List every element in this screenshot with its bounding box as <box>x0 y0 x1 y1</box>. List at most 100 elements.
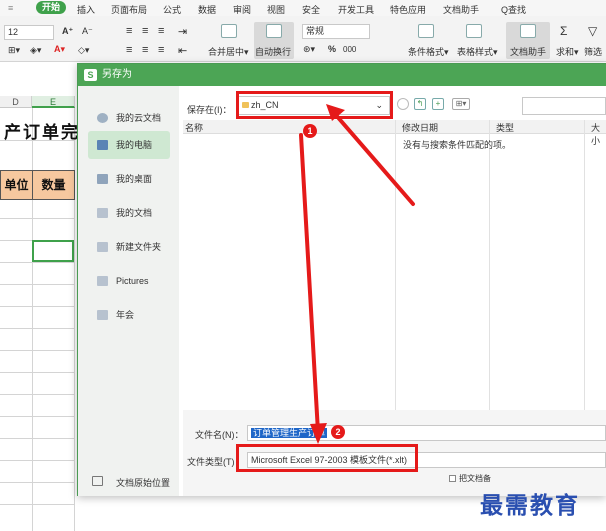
header-cell-unit[interactable]: 单位 <box>0 170 33 200</box>
tab-formula[interactable]: 公式 <box>163 3 181 16</box>
align-top-icon[interactable]: ≡ <box>126 25 132 37</box>
filter-button[interactable]: 筛选 <box>584 45 602 58</box>
thousands-button[interactable]: 000 <box>343 45 356 54</box>
merge-center-icon <box>221 24 237 38</box>
sum-icon[interactable]: Σ <box>560 24 567 38</box>
sum-button[interactable]: 求和▾ <box>556 45 579 58</box>
tab-home[interactable]: 开始 <box>36 1 67 14</box>
sidebar-item-annual-meeting[interactable]: 年会 <box>88 301 170 329</box>
align-right-icon[interactable]: ≡ <box>158 44 164 56</box>
backup-checkbox-label: 把文档备 <box>459 474 491 483</box>
view-menu-icon[interactable]: ⊞▾ <box>452 98 470 110</box>
sidebar-item-label: 我的桌面 <box>116 174 153 184</box>
active-cell[interactable] <box>32 240 74 262</box>
conditional-format-button[interactable]: 条件格式▾ <box>408 45 449 58</box>
font-size-value: 12 <box>8 27 19 37</box>
font-grow-icon[interactable]: A⁺ <box>62 26 73 37</box>
backup-checkbox[interactable]: 把文档备 <box>449 473 491 484</box>
percent-button[interactable]: % <box>328 44 336 54</box>
dialog-title: 另存为 <box>102 69 132 80</box>
tab-doc-helper[interactable]: 文档助手 <box>443 3 479 16</box>
column-header-e[interactable]: E <box>32 96 75 108</box>
sidebar-item-new-folder[interactable]: 新建文件夹 <box>88 233 170 261</box>
doc-helper-button[interactable]: 文档助手 <box>510 45 546 58</box>
search-input[interactable] <box>522 97 606 115</box>
conditional-format-label: 条件格式 <box>408 47 445 57</box>
sidebar-item-pictures[interactable]: Pictures <box>88 267 170 295</box>
sheet-title-cell[interactable]: 产订单完 <box>4 118 80 143</box>
grid-line <box>0 504 75 505</box>
save-in-label: 保存在(I)： <box>187 105 232 115</box>
filename-label: 文件名(N)： <box>195 430 244 440</box>
menu-more-icon[interactable]: ≡ <box>8 3 13 13</box>
wrap-text-button[interactable]: 自动换行 <box>255 45 291 58</box>
up-folder-icon[interactable]: ↰ <box>414 98 426 110</box>
grid-line <box>0 482 75 483</box>
align-bottom-icon[interactable]: ≡ <box>158 25 164 37</box>
align-middle-icon[interactable]: ≡ <box>142 25 148 37</box>
column-divider <box>489 120 490 410</box>
filename-value: 订单管理生产订单 <box>251 428 328 438</box>
align-center-icon[interactable]: ≡ <box>142 44 148 56</box>
watermark-logo: 最需教育 <box>480 492 580 519</box>
grid-line <box>0 394 75 395</box>
font-size-select[interactable]: 12 <box>4 25 54 40</box>
column-size[interactable]: 大小 <box>591 121 606 147</box>
sidebar-original-location[interactable]: 文档原始位置 <box>88 476 178 489</box>
tab-special[interactable]: 特色应用 <box>390 3 426 16</box>
highlight-save-location <box>236 91 393 119</box>
wps-logo-icon: S <box>84 69 97 81</box>
fill-color-icon[interactable]: ◈▾ <box>30 45 41 56</box>
sidebar-item-my-docs[interactable]: 我的文档 <box>88 199 170 227</box>
tab-data[interactable]: 数据 <box>198 3 216 16</box>
currency-icon[interactable]: ⊛▾ <box>303 44 315 55</box>
distributed-icon[interactable]: ⇤ <box>178 44 187 57</box>
number-format-select[interactable]: 常规 <box>302 24 370 39</box>
merge-center-button[interactable]: 合并居中▾ <box>208 45 249 58</box>
dialog-title-bar[interactable]: S 另存为 <box>78 64 606 86</box>
grid-line <box>0 350 75 351</box>
grid-line <box>0 262 75 263</box>
menu-bar: ≡ 开始 插入 页面布局 公式 数据 审阅 视图 安全 开发工具 特色应用 文档… <box>0 0 606 16</box>
column-type[interactable]: 类型 <box>496 121 514 134</box>
sidebar-item-label: 文档原始位置 <box>116 478 171 488</box>
dialog-sidebar: 我的云文档 我的电脑 我的桌面 我的文档 新建文件夹 Pictures 年会 文… <box>78 86 179 496</box>
ribbon: ≡ 开始 插入 页面布局 公式 数据 审阅 视图 安全 开发工具 特色应用 文档… <box>0 0 606 62</box>
tab-page-layout[interactable]: 页面布局 <box>111 3 147 16</box>
tab-insert[interactable]: 插入 <box>77 3 95 16</box>
tab-review[interactable]: 审阅 <box>233 3 251 16</box>
indent-icon[interactable]: ⇥ <box>178 25 187 38</box>
grid-line <box>0 416 75 417</box>
sidebar-item-desktop[interactable]: 我的桌面 <box>88 165 170 193</box>
align-left-icon[interactable]: ≡ <box>126 44 132 56</box>
sidebar-item-cloud-docs[interactable]: 我的云文档 <box>88 104 170 132</box>
column-modified[interactable]: 修改日期 <box>402 121 438 134</box>
merge-center-label: 合并居中 <box>208 47 245 57</box>
font-shrink-icon[interactable]: A⁻ <box>82 26 93 37</box>
filter-icon[interactable]: ▽ <box>588 24 597 38</box>
table-style-button[interactable]: 表格样式▾ <box>457 45 498 58</box>
new-folder-icon[interactable]: + <box>432 98 444 110</box>
tab-dev-tools[interactable]: 开发工具 <box>338 3 374 16</box>
tab-view[interactable]: 视图 <box>267 3 285 16</box>
sidebar-item-label: 新建文件夹 <box>116 242 162 252</box>
header-cell-quantity[interactable]: 数量 <box>32 170 75 200</box>
number-format-value: 常规 <box>306 26 325 36</box>
border-icon[interactable]: ⊞▾ <box>8 45 20 56</box>
table-style-label: 表格样式 <box>457 47 494 57</box>
back-icon[interactable] <box>397 98 409 110</box>
column-name[interactable]: 名称 <box>185 121 203 134</box>
sidebar-item-my-computer[interactable]: 我的电脑 <box>88 131 170 159</box>
filename-input[interactable]: 订单管理生产订单 <box>247 425 606 441</box>
clear-icon[interactable]: ◇▾ <box>78 45 89 56</box>
column-header-d[interactable]: D <box>0 96 32 108</box>
font-color-icon[interactable]: A▾ <box>54 44 65 55</box>
folder-outline-icon <box>92 476 103 486</box>
folder-icon <box>97 242 108 252</box>
empty-list-message: 没有与搜索条件匹配的项。 <box>403 140 512 150</box>
doc-helper-icon <box>520 24 536 38</box>
tab-security[interactable]: 安全 <box>302 3 320 16</box>
cloud-icon <box>97 113 108 123</box>
search-command[interactable]: Q查找 <box>501 3 526 16</box>
folder-icon <box>97 310 108 320</box>
